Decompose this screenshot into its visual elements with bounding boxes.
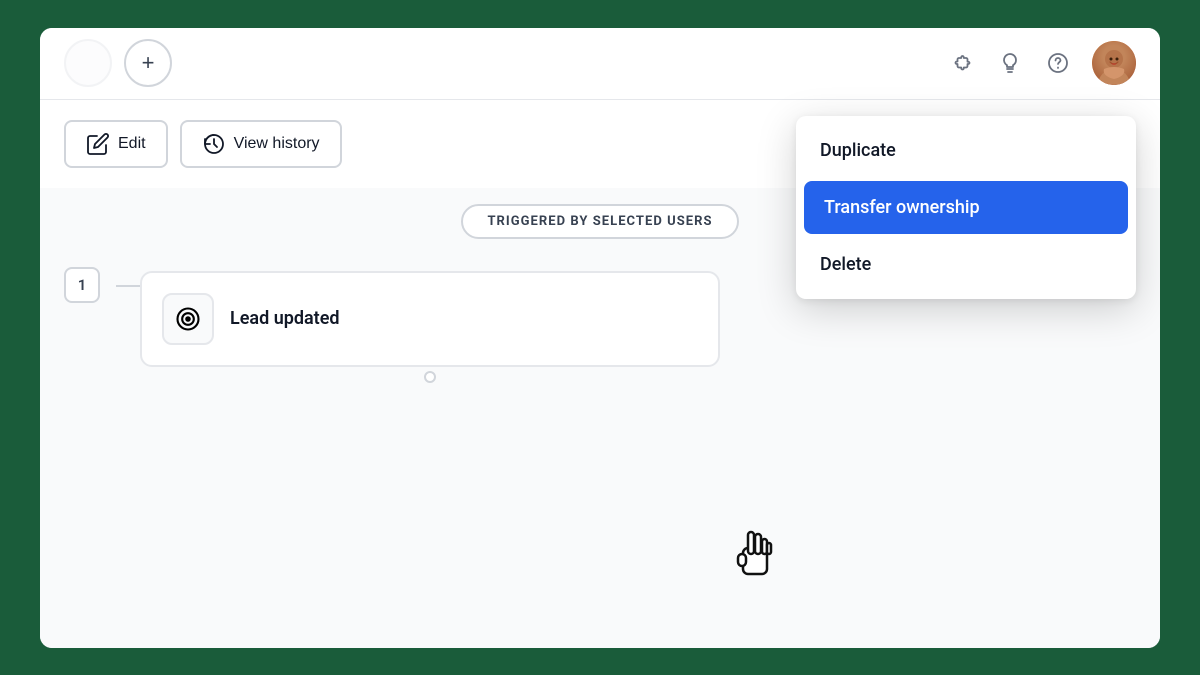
- trigger-badge: TRIGGERED BY SELECTED USERS: [461, 204, 738, 239]
- duplicate-label: Duplicate: [820, 140, 896, 161]
- target-icon: [174, 305, 202, 333]
- dropdown-item-delete[interactable]: Delete: [796, 238, 1136, 291]
- step-content: Lead updated: [140, 263, 720, 383]
- header: +: [40, 28, 1160, 100]
- trigger-badge-label: TRIGGERED BY SELECTED USERS: [487, 214, 712, 229]
- header-right: [948, 41, 1136, 85]
- view-history-label: View history: [234, 135, 320, 153]
- avatar[interactable]: [1092, 41, 1136, 85]
- dropdown-item-transfer-ownership[interactable]: Transfer ownership: [804, 181, 1128, 234]
- history-icon: [202, 132, 226, 156]
- edit-button[interactable]: Edit: [64, 120, 168, 168]
- step-icon-box: [162, 293, 214, 345]
- add-button[interactable]: +: [124, 39, 172, 87]
- view-history-button[interactable]: View history: [180, 120, 342, 168]
- lightbulb-icon[interactable]: [996, 49, 1024, 77]
- dropdown-menu: Duplicate Transfer ownership Delete: [796, 116, 1136, 299]
- puzzle-icon[interactable]: [948, 49, 976, 77]
- edit-label: Edit: [118, 135, 146, 153]
- transfer-ownership-label: Transfer ownership: [824, 197, 980, 218]
- delete-label: Delete: [820, 254, 871, 275]
- header-left: +: [64, 39, 172, 87]
- help-icon[interactable]: [1044, 49, 1072, 77]
- connector-dot: [424, 371, 436, 383]
- avatar-image: [1092, 41, 1136, 85]
- app-container: +: [40, 28, 1160, 648]
- plus-icon: +: [142, 50, 155, 76]
- dropdown-item-duplicate[interactable]: Duplicate: [796, 124, 1136, 177]
- step-title: Lead updated: [230, 308, 340, 329]
- back-button-ghost: [64, 39, 112, 87]
- step-card[interactable]: Lead updated: [140, 271, 720, 367]
- edit-icon: [86, 132, 110, 156]
- step-number: 1: [64, 267, 100, 303]
